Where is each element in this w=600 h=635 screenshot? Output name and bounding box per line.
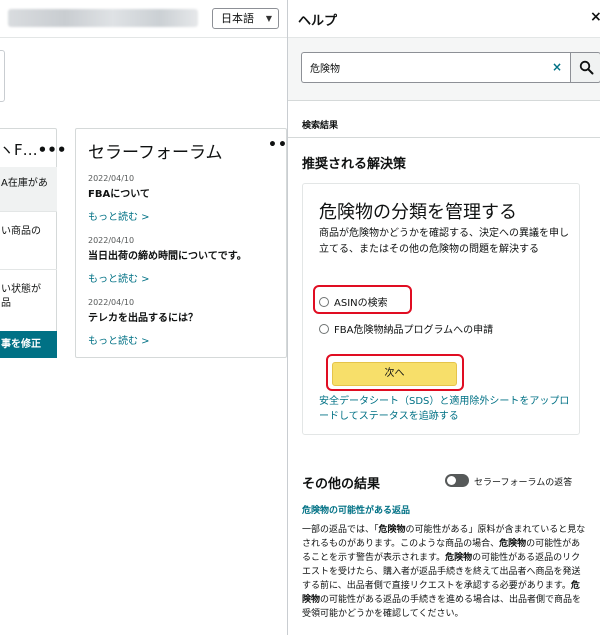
seller-forum-card: セラーフォーラム ••• 2022/04/10 FBAについて もっと読む > … <box>75 128 287 358</box>
more-options-icon[interactable]: ••• <box>268 137 286 153</box>
top-bar: 日本語 ▼ <box>0 0 287 38</box>
result-link-dangerous-goods-returns[interactable]: 危険物の可能性がある返品 <box>302 503 410 516</box>
divider <box>288 137 600 138</box>
language-selector-label: 日本語 <box>221 12 254 25</box>
search-button[interactable] <box>570 52 600 83</box>
forum-post: 2022/04/10 テレカを出品するには？ もっと読む > <box>88 297 283 348</box>
clipped-card: ヽF…••• A在庫があ い商品の い状態が品 事を修正 <box>0 128 66 358</box>
option-label: ASINの検索 <box>334 298 388 309</box>
post-date: 2022/04/10 <box>88 174 135 183</box>
option-label: FBA危険物納品プログラムへの申請 <box>334 325 494 336</box>
next-button[interactable]: 次へ <box>332 362 457 386</box>
card-title: セラーフォーラム <box>88 143 223 163</box>
help-panel: ヘルプ × × 検索結果 推奨される解決策 危険物の分類を管理する 商品が危険物… <box>287 0 600 635</box>
chevron-down-icon: ▼ <box>265 14 272 23</box>
radio-button[interactable] <box>319 323 329 334</box>
post-date: 2022/04/10 <box>88 236 135 245</box>
seller-central-page: 日本語 ▼ ヽF…••• A在庫があ い商品の い状態が品 事を修正 セラーフォ… <box>0 0 287 635</box>
read-more-link[interactable]: もっと読む > <box>88 335 283 348</box>
search-results-label: 検索結果 <box>302 121 339 131</box>
post-title[interactable]: 当日出荷の締め時間についてです。 <box>88 250 283 263</box>
forum-post: 2022/04/10 FBAについて もっと読む > <box>88 173 283 224</box>
solution-title: 危険物の分類を管理する <box>319 202 517 223</box>
card-row-text[interactable]: A在庫があ <box>1 177 48 191</box>
recommended-solutions-title: 推奨される解決策 <box>302 157 407 172</box>
clipped-widget <box>0 50 5 102</box>
fix-button[interactable]: 事を修正 <box>0 331 57 358</box>
forum-replies-toggle[interactable] <box>445 474 469 487</box>
language-selector[interactable]: 日本語 ▼ <box>212 8 279 29</box>
option-fba-dangerous-goods-program[interactable]: FBA危険物納品プログラムへの申請 <box>319 321 493 336</box>
clear-search-icon[interactable]: × <box>552 60 562 74</box>
help-panel-title: ヘルプ <box>298 14 338 29</box>
post-title[interactable]: FBAについて <box>88 188 283 201</box>
solution-description: 商品が危険物かどうかを確認する、決定への異議を申し立てる、またはその他の危険物の… <box>319 228 569 255</box>
toggle-label: セラーフォーラムの返答 <box>474 478 573 488</box>
help-search-input[interactable] <box>301 52 571 83</box>
option-asin-search[interactable]: ASINの検索 <box>319 294 388 309</box>
result-snippet: 一部の返品では、「危険物の可能性がある」原料が含まれていると見なされるものがあり… <box>302 525 586 619</box>
read-more-link[interactable]: もっと読む > <box>88 211 283 224</box>
post-date: 2022/04/10 <box>88 298 135 307</box>
radio-button[interactable] <box>319 296 329 307</box>
help-search-bar: × <box>288 37 600 101</box>
forum-post: 2022/04/10 当日出荷の締め時間についてです。 もっと読む > <box>88 235 283 286</box>
other-results-title: その他の結果 <box>302 477 381 492</box>
more-options-icon[interactable]: ••• <box>38 141 67 159</box>
post-title[interactable]: テレカを出品するには？ <box>88 312 283 325</box>
card-row-text[interactable]: い状態が品 <box>1 283 41 311</box>
card-title: ヽF…••• <box>0 141 67 159</box>
toggle-knob <box>447 476 456 485</box>
solution-card: 危険物の分類を管理する 商品が危険物かどうかを確認する、決定への異議を申し立てる… <box>302 183 580 435</box>
sds-upload-link[interactable]: 安全データシート（SDS）と適用除外シートをアップロードしてステータスを追跡する <box>319 394 574 424</box>
read-more-link[interactable]: もっと読む > <box>88 273 283 286</box>
divider <box>0 211 57 212</box>
help-panel-header: ヘルプ × <box>288 0 600 37</box>
search-icon <box>579 60 594 75</box>
close-icon[interactable]: × <box>590 9 600 25</box>
card-row-text[interactable]: い商品の <box>1 225 41 239</box>
blurred-account-info <box>8 9 198 27</box>
divider <box>0 269 57 270</box>
